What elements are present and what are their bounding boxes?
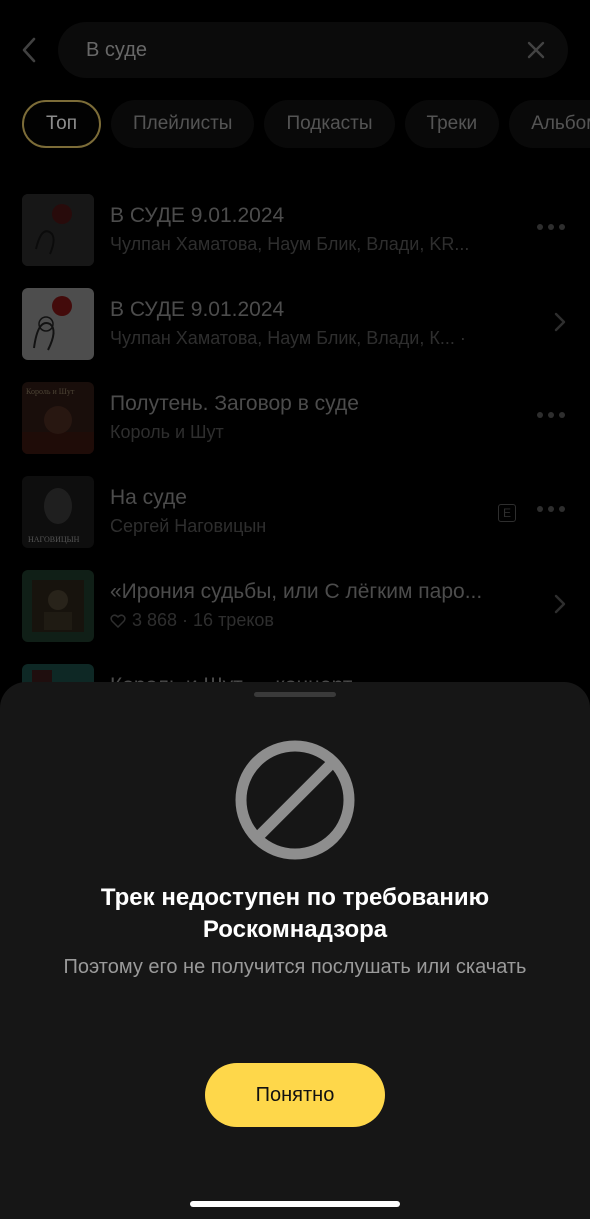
home-indicator[interactable] [190, 1201, 400, 1207]
sheet-grabber[interactable] [254, 692, 336, 697]
search-screen: В суде Топ Плейлисты Подкасты Треки Альб… [0, 0, 590, 1219]
sheet-subtitle: Поэтому его не получится послушать или с… [63, 956, 527, 978]
blocked-icon [235, 740, 355, 860]
sheet-title: Трек недоступен по требованию Роскомнадз… [100, 884, 490, 943]
ok-button[interactable]: Понятно [205, 1063, 385, 1127]
blocked-track-sheet: Трек недоступен по требованию Роскомнадз… [0, 682, 590, 1219]
